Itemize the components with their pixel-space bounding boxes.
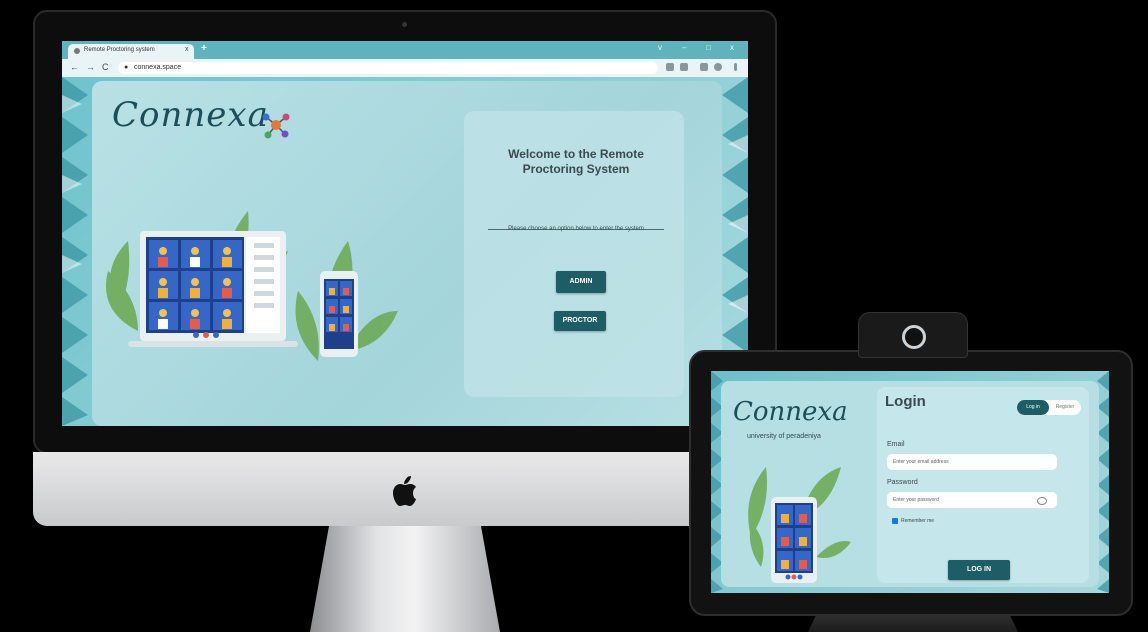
login-button[interactable]: LOG IN <box>948 560 1010 580</box>
video-call-illustration <box>106 211 398 361</box>
key-icon[interactable] <box>666 63 674 71</box>
email-field[interactable]: Enter your email address <box>887 454 1057 470</box>
web-page: Connexa Welcome to the Remote Proctoring… <box>62 77 748 426</box>
avatar[interactable] <box>714 63 722 71</box>
tab-title: Remote Proctoring system <box>84 47 155 53</box>
star-icon[interactable] <box>680 63 688 71</box>
imac-stand <box>310 526 500 632</box>
imac-camera <box>402 22 407 27</box>
remember-me-checkbox[interactable] <box>892 518 898 524</box>
landing-card: Connexa Welcome to the Remote Proctoring… <box>92 81 722 426</box>
password-label: Password <box>887 479 918 486</box>
browser-tab-bar: Remote Proctoring system x + v – □ x <box>62 41 748 59</box>
login-tab[interactable]: Log in <box>1017 400 1049 415</box>
login-title: Login <box>885 393 926 410</box>
close-tab-icon[interactable]: x <box>185 46 189 53</box>
webcam-lens-icon <box>902 325 926 349</box>
desktop-screen: Remote Proctoring system x + v – □ x ← →… <box>62 41 748 426</box>
welcome-title: Welcome to the Remote Proctoring System <box>508 147 644 176</box>
back-icon[interactable]: ← <box>70 62 79 72</box>
browser-tab[interactable]: Remote Proctoring system x <box>68 44 194 59</box>
tab-search-icon[interactable]: v <box>658 43 662 52</box>
lock-icon: ● <box>124 64 129 71</box>
register-tab[interactable]: Register <box>1049 400 1081 415</box>
url-input[interactable]: ● connexa.space <box>118 62 658 74</box>
university-name: university of peradeniya <box>747 433 821 440</box>
show-password-icon[interactable] <box>1037 497 1047 505</box>
login-card: Connexa university of peradeniya Login L… <box>721 381 1099 587</box>
instruction-text: Please choose an option below to enter t… <box>508 226 644 232</box>
menu-icon[interactable] <box>734 63 737 71</box>
close-window-button[interactable]: x <box>730 43 734 52</box>
email-label: Email <box>887 441 905 448</box>
admin-button[interactable]: ADMIN <box>556 271 606 293</box>
new-tab-button[interactable]: + <box>201 43 207 54</box>
proctor-button[interactable]: PROCTOR <box>554 311 606 331</box>
remember-me-label: Remember me <box>901 518 935 524</box>
reload-icon[interactable]: C <box>102 62 109 72</box>
password-field[interactable]: Enter your password <box>887 492 1057 508</box>
apple-logo-icon <box>393 476 416 506</box>
address-bar: ← → C ● connexa.space <box>62 59 748 78</box>
extensions-icon[interactable] <box>700 63 708 71</box>
video-call-illustration <box>748 467 851 583</box>
forward-icon[interactable]: → <box>86 62 95 72</box>
favicon-icon <box>74 48 80 54</box>
url-text: connexa.space <box>134 64 182 71</box>
tablet-screen: Connexa university of peradeniya Login L… <box>711 371 1109 593</box>
connexa-logo: Connexa <box>733 397 848 427</box>
network-logo-icon <box>262 113 290 139</box>
auth-toggle: Log in Register <box>1017 400 1081 415</box>
welcome-panel: Welcome to the Remote Proctoring System … <box>464 111 684 397</box>
connexa-logo: Connexa <box>112 95 269 135</box>
maximize-button[interactable]: □ <box>706 43 711 52</box>
minimize-button[interactable]: – <box>682 43 686 52</box>
login-panel: Login Log in Register Email Enter your e… <box>877 387 1089 583</box>
